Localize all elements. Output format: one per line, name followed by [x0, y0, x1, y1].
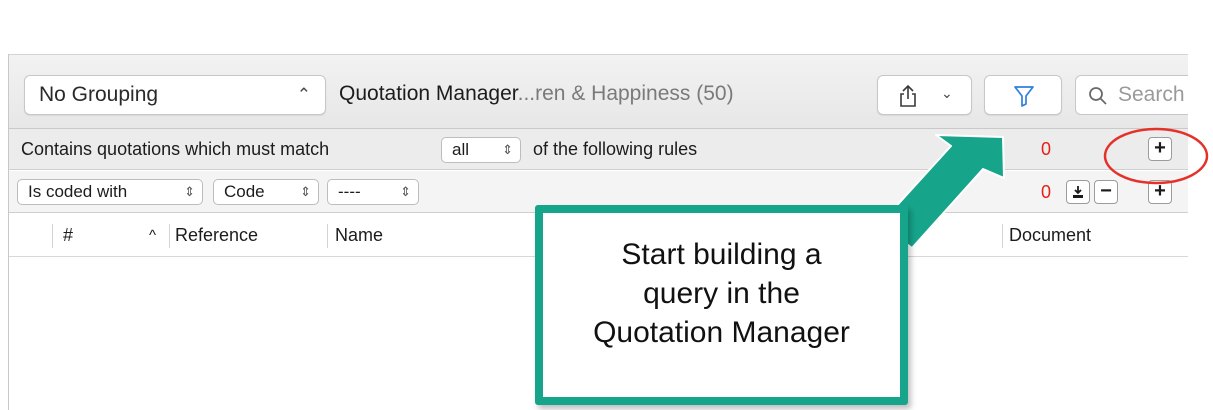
callout-box: Start building a query in the Quotation … — [535, 205, 908, 405]
callout-line: Start building a — [621, 238, 822, 271]
callout-line: query in the — [643, 277, 800, 310]
callout-line: Quotation Manager — [593, 316, 850, 349]
